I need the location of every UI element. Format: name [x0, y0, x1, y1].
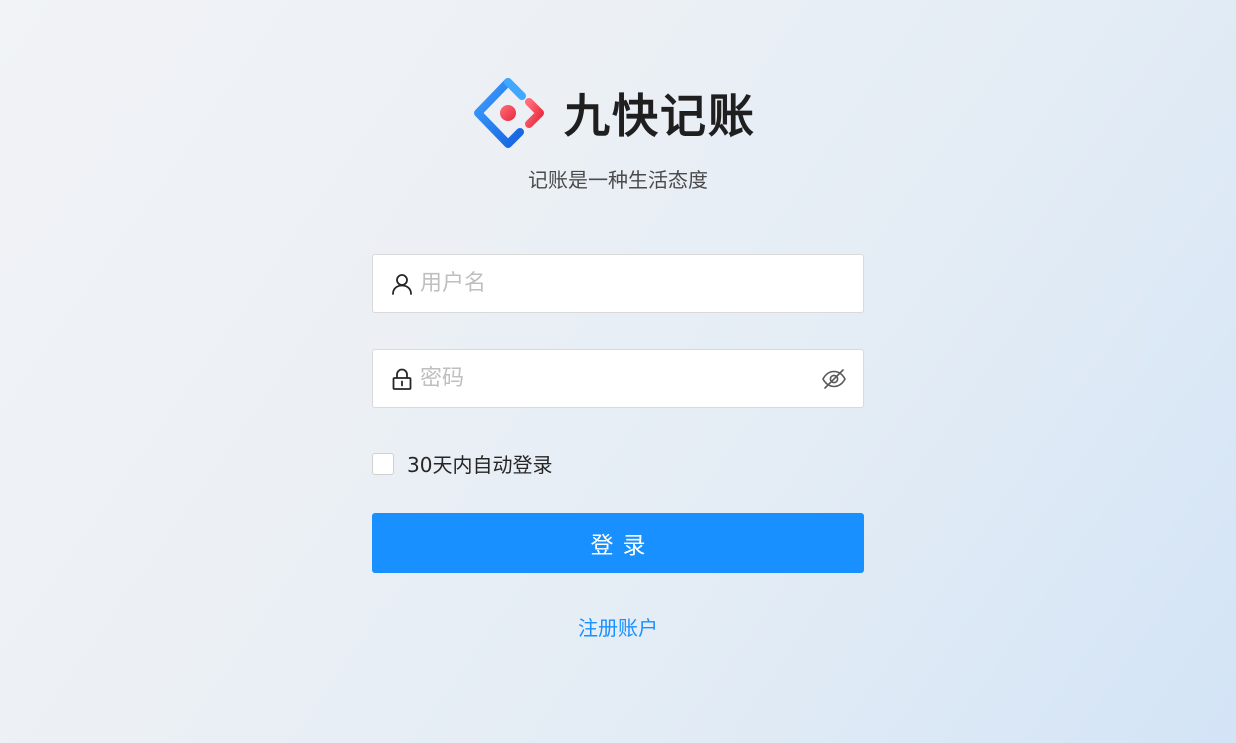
remember-checkbox[interactable]	[372, 452, 394, 475]
eye-invisible-icon[interactable]	[821, 367, 847, 391]
lock-icon	[392, 368, 412, 390]
username-field[interactable]	[372, 254, 864, 313]
username-input[interactable]	[420, 255, 810, 312]
register-link[interactable]: 注册账户	[578, 616, 658, 640]
app-header: 九快记账	[0, 78, 1236, 148]
app-subtitle: 记账是一种生活态度	[528, 168, 708, 192]
user-icon	[392, 274, 412, 295]
password-field[interactable]	[372, 349, 864, 408]
diamond-logo-icon	[474, 78, 544, 148]
app-title: 九快记账	[564, 89, 756, 143]
password-input[interactable]	[420, 350, 810, 407]
login-button[interactable]: 登录	[372, 513, 864, 573]
remember-label: 30天内自动登录	[407, 453, 553, 477]
register-link-row: 注册账户	[0, 612, 1236, 641]
remember-me[interactable]: 30天内自动登录	[372, 449, 552, 478]
